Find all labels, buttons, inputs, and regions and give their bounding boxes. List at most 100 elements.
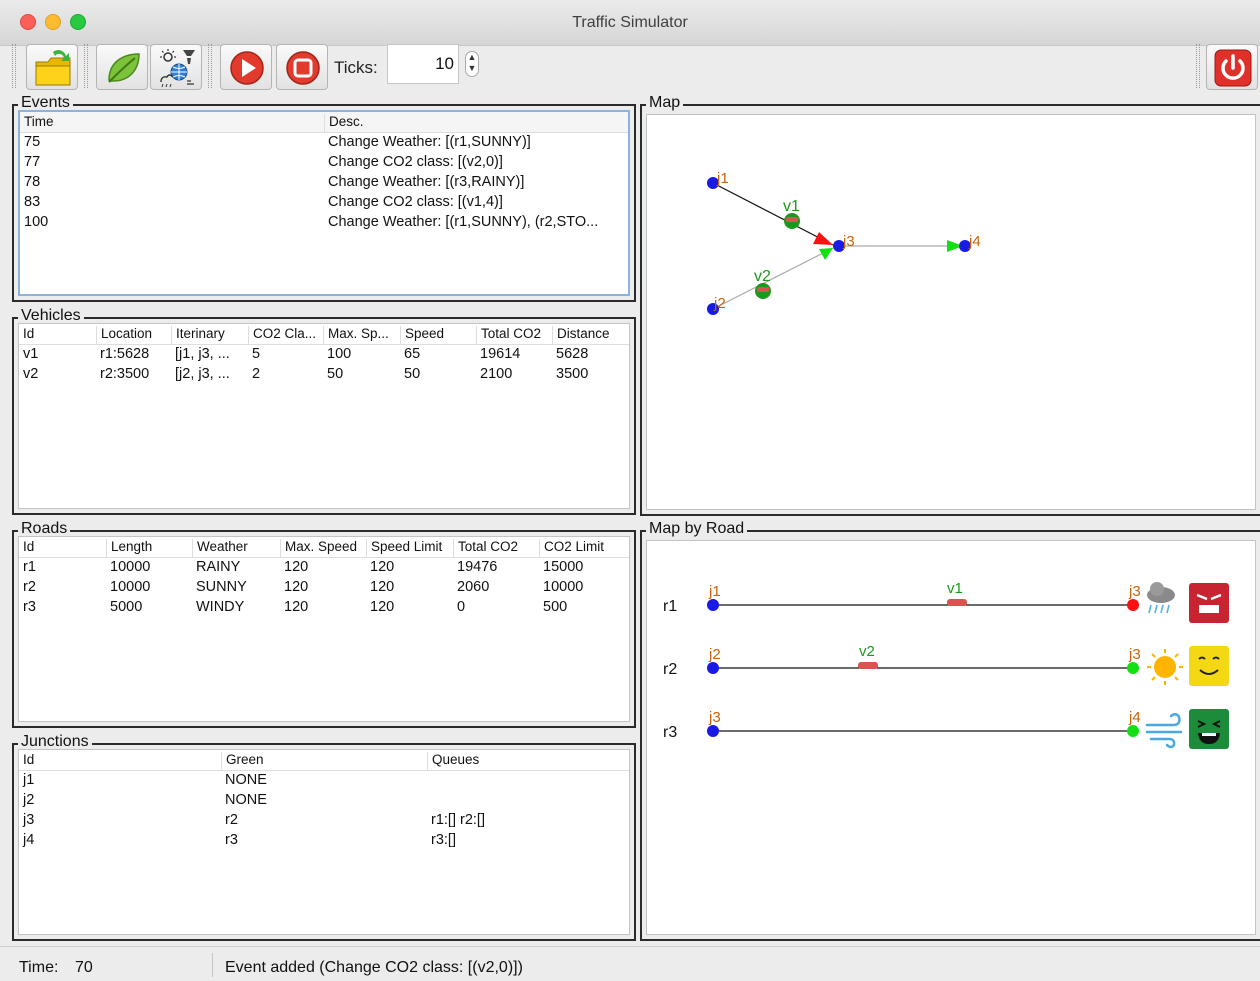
cell: r2 [23, 579, 36, 595]
change-co2-class-button[interactable] [96, 44, 148, 90]
cell: 15000 [543, 559, 584, 575]
cell: 10000 [110, 559, 151, 575]
car-icon[interactable] [947, 599, 967, 606]
column-header[interactable]: Queues [427, 752, 479, 770]
junction-label: j3 [708, 709, 721, 726]
chevron-up-icon[interactable]: ▲ [466, 52, 478, 63]
table-row[interactable]: 83 Change CO2 class: [(v1,4)] [20, 193, 628, 213]
table-row[interactable]: r1 10000 RAINY 120 120 19476 15000 [19, 558, 629, 578]
road-r2-line [712, 247, 834, 310]
column-header[interactable]: Max. Sp... [323, 326, 389, 344]
cell: WINDY [196, 599, 245, 615]
cell: 100 [327, 346, 352, 362]
vehicles-panel: Vehicles Id Location Iterinary CO2 Cla..… [12, 307, 636, 515]
cell: r3:[] [431, 832, 456, 848]
column-header[interactable]: CO2 Limit [539, 539, 604, 557]
traffic-light-red[interactable] [1127, 599, 1139, 611]
map-by-road-panel: Map by Road r1 j1 j3 v1 r2 j2 j3 v2 r3 j… [640, 520, 1260, 941]
toolbar-grip[interactable] [12, 44, 16, 88]
junction-node[interactable] [707, 599, 719, 611]
column-header[interactable]: Desc. [324, 114, 364, 132]
vehicles-table[interactable]: Id Location Iterinary CO2 Cla... Max. Sp… [18, 323, 630, 509]
column-header[interactable]: Id [19, 326, 34, 344]
cell: Change Weather: [(r1,SUNNY), (r2,STO... [328, 214, 599, 230]
road-id-label: r3 [663, 724, 677, 741]
app-window: Traffic Simulator Ticks: 10 ▲ ▼ Events T… [0, 0, 1260, 981]
column-header[interactable]: Distance [552, 326, 610, 344]
open-file-button[interactable] [26, 44, 78, 90]
stop-button[interactable] [276, 44, 328, 90]
events-table[interactable]: Time Desc. 75 Change Weather: [(r1,SUNNY)… [18, 110, 630, 296]
cell: v2 [23, 366, 39, 382]
table-row[interactable]: r2 10000 SUNNY 120 120 2060 10000 [19, 578, 629, 598]
column-header[interactable]: Speed [400, 326, 444, 344]
column-header[interactable]: Length [106, 539, 152, 557]
table-row[interactable]: 75 Change Weather: [(r1,SUNNY)] [20, 133, 628, 153]
junctions-table[interactable]: Id Green Queues j1 NONE j2 NONE j3 r2 r1… [18, 749, 630, 935]
map-canvas[interactable]: j1 j2 j3 j4 v1 v2 [646, 114, 1256, 510]
column-header[interactable]: Speed Limit [366, 539, 442, 557]
cell: 0 [457, 599, 466, 615]
cell: r2 [225, 812, 238, 828]
map-panel-title: Map [646, 94, 684, 112]
junction-label: j1 [708, 583, 721, 600]
car-icon[interactable] [858, 662, 878, 669]
traffic-light-green[interactable] [1127, 725, 1139, 737]
cell: r2:3500 [100, 366, 150, 382]
table-row[interactable]: 100 Change Weather: [(r1,SUNNY), (r2,STO.… [20, 213, 628, 233]
junction-node[interactable] [707, 725, 719, 737]
column-header[interactable]: Time [20, 114, 54, 132]
table-row[interactable]: j2 NONE [19, 791, 629, 811]
cell: NONE [225, 772, 267, 788]
column-header[interactable]: Iterinary [171, 326, 225, 344]
column-header[interactable]: Total CO2 [453, 539, 518, 557]
map-panel: Map j1 j2 j3 j4 v1 v2 [640, 94, 1260, 516]
table-row[interactable]: v2 r2:3500 [j2, j3, ... 2 50 50 2100 350… [19, 365, 629, 385]
cell: Change CO2 class: [(v2,0)] [328, 154, 503, 170]
column-header[interactable]: Id [19, 539, 34, 557]
cell: [j2, j3, ... [175, 366, 230, 382]
cell: 500 [543, 599, 568, 615]
play-icon [230, 51, 264, 85]
table-row[interactable]: j4 r3 r3:[] [19, 831, 629, 851]
column-header[interactable]: Total CO2 [476, 326, 541, 344]
cell: 65 [404, 346, 421, 362]
road-r1-line [712, 182, 834, 246]
table-row[interactable]: r3 5000 WINDY 120 120 0 500 [19, 598, 629, 618]
run-button[interactable] [220, 44, 272, 90]
table-row[interactable]: v1 r1:5628 [j1, j3, ... 5 100 65 19614 5… [19, 345, 629, 365]
cell: 10000 [543, 579, 584, 595]
vehicle-label: v2 [859, 643, 875, 660]
vehicle-label: v1 [783, 198, 800, 215]
roads-table[interactable]: Id Length Weather Max. Speed Speed Limit… [18, 536, 630, 722]
cell: Change Weather: [(r3,RAINY)] [328, 174, 525, 190]
roads-panel: Roads Id Length Weather Max. Speed Speed… [12, 520, 636, 728]
junction-node[interactable] [707, 662, 719, 674]
junction-label: j1 [716, 170, 729, 187]
exit-button[interactable] [1206, 44, 1258, 90]
cell: 5628 [556, 346, 589, 362]
leaf-icon [108, 53, 140, 83]
table-row[interactable]: j1 NONE [19, 771, 629, 791]
junction-label: j3 [1128, 646, 1141, 663]
table-row[interactable]: 78 Change Weather: [(r3,RAINY)] [20, 173, 628, 193]
column-header[interactable]: Location [96, 326, 152, 344]
table-row[interactable]: 77 Change CO2 class: [(v2,0)] [20, 153, 628, 173]
column-header[interactable]: Max. Speed [280, 539, 357, 557]
column-header[interactable]: Green [221, 752, 264, 770]
column-header[interactable]: Id [19, 752, 34, 770]
car-icon [757, 287, 769, 292]
cell: j2 [23, 792, 35, 808]
ticks-spinner[interactable]: ▲ ▼ [465, 51, 479, 77]
cell: NONE [225, 792, 267, 808]
ticks-input[interactable] [387, 44, 459, 84]
traffic-light-green[interactable] [1127, 662, 1139, 674]
chevron-down-icon[interactable]: ▼ [466, 63, 478, 74]
change-weather-button[interactable] [150, 44, 202, 90]
cell: Change CO2 class: [(v1,4)] [328, 194, 503, 210]
map-by-road-canvas[interactable]: r1 j1 j3 v1 r2 j2 j3 v2 r3 j3 j4 [646, 540, 1256, 935]
events-table-header: Time Desc. [20, 112, 628, 133]
table-row[interactable]: j3 r2 r1:[] r2:[] [19, 811, 629, 831]
column-header[interactable]: Weather [192, 539, 248, 557]
column-header[interactable]: CO2 Cla... [248, 326, 316, 344]
